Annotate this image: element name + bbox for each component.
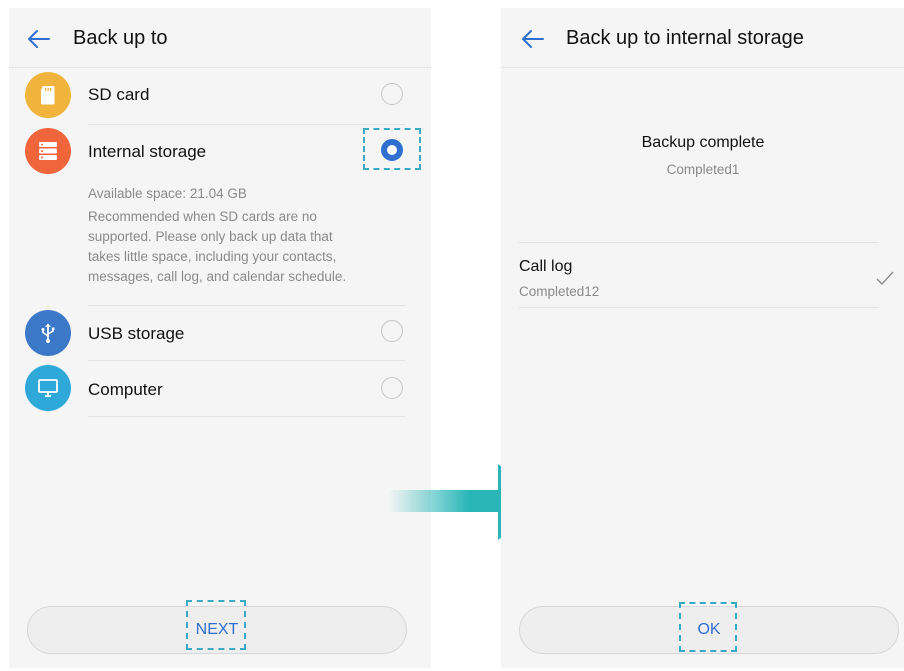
divider (88, 416, 405, 417)
option-label: Computer (88, 380, 163, 399)
left-screen: Back up to SD card Internal storage Avai… (9, 8, 431, 668)
app-bar: Back up to (9, 8, 431, 68)
divider (519, 242, 879, 243)
right-screen: Back up to internal storage Backup compl… (501, 8, 904, 668)
radio-button[interactable] (381, 320, 403, 342)
highlight-box (679, 602, 737, 652)
backup-item-call-log: Call log Completed12 (501, 244, 904, 308)
item-status: Completed12 (519, 284, 600, 299)
storage-icon (25, 128, 71, 174)
option-usb-storage[interactable]: USB storage (9, 306, 431, 360)
divider (519, 307, 879, 308)
highlight-box (186, 600, 246, 650)
back-arrow-icon[interactable] (519, 25, 547, 53)
option-label: Internal storage (88, 142, 207, 161)
item-label: Call log (519, 258, 573, 275)
option-label: SD card (88, 85, 150, 104)
highlight-box (363, 128, 421, 170)
available-space: Available space: 21.04 GB (88, 186, 247, 201)
back-arrow-icon[interactable] (25, 25, 53, 53)
page-title: Back up to internal storage (566, 27, 804, 49)
option-computer[interactable]: Computer (9, 360, 431, 416)
usb-icon (25, 310, 71, 356)
radio-button[interactable] (381, 83, 403, 105)
storage-details: Available space: 21.04 GB Recommended wh… (88, 184, 350, 287)
computer-icon (25, 365, 71, 411)
app-bar: Back up to internal storage (501, 8, 904, 68)
storage-description: Recommended when SD cards are no support… (88, 209, 347, 284)
option-label: USB storage (88, 324, 185, 343)
option-sd-card[interactable]: SD card (9, 68, 431, 124)
status-title: Backup complete (641, 134, 765, 151)
page-title: Back up to (73, 27, 168, 49)
sd-card-icon (25, 72, 71, 118)
check-icon (876, 271, 894, 286)
status-subtitle: Completed1 (666, 162, 740, 177)
radio-button[interactable] (381, 377, 403, 399)
